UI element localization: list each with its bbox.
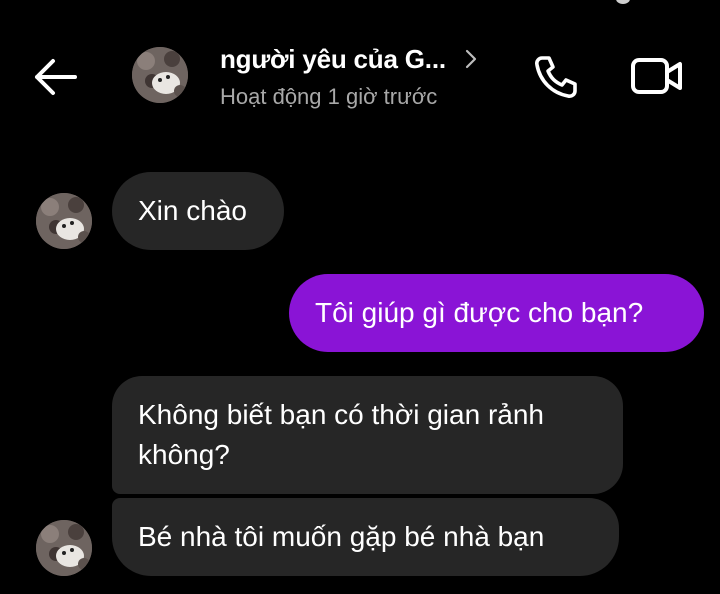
video-call-button[interactable] bbox=[630, 52, 684, 100]
phone-icon bbox=[535, 56, 577, 98]
incoming-message[interactable]: Xin chào bbox=[112, 172, 284, 250]
status-bar-indicator bbox=[616, 0, 630, 4]
contact-name[interactable]: người yêu của G... bbox=[220, 44, 446, 75]
incoming-message[interactable]: Bé nhà tôi muốn gặp bé nhà bạn bbox=[112, 498, 619, 576]
arrow-left-icon bbox=[35, 59, 77, 95]
back-button[interactable] bbox=[28, 54, 82, 100]
incoming-message[interactable]: Không biết bạn có thời gian rảnh không? bbox=[112, 376, 623, 494]
video-camera-icon bbox=[631, 58, 682, 94]
active-status: Hoạt động 1 giờ trước bbox=[220, 84, 438, 109]
voice-call-button[interactable] bbox=[532, 52, 580, 100]
outgoing-message[interactable]: Tôi giúp gì được cho bạn? bbox=[289, 274, 704, 352]
chevron-right-icon[interactable] bbox=[462, 48, 480, 70]
sender-avatar[interactable] bbox=[36, 520, 92, 576]
contact-avatar[interactable] bbox=[132, 47, 188, 103]
sender-avatar[interactable] bbox=[36, 193, 92, 249]
